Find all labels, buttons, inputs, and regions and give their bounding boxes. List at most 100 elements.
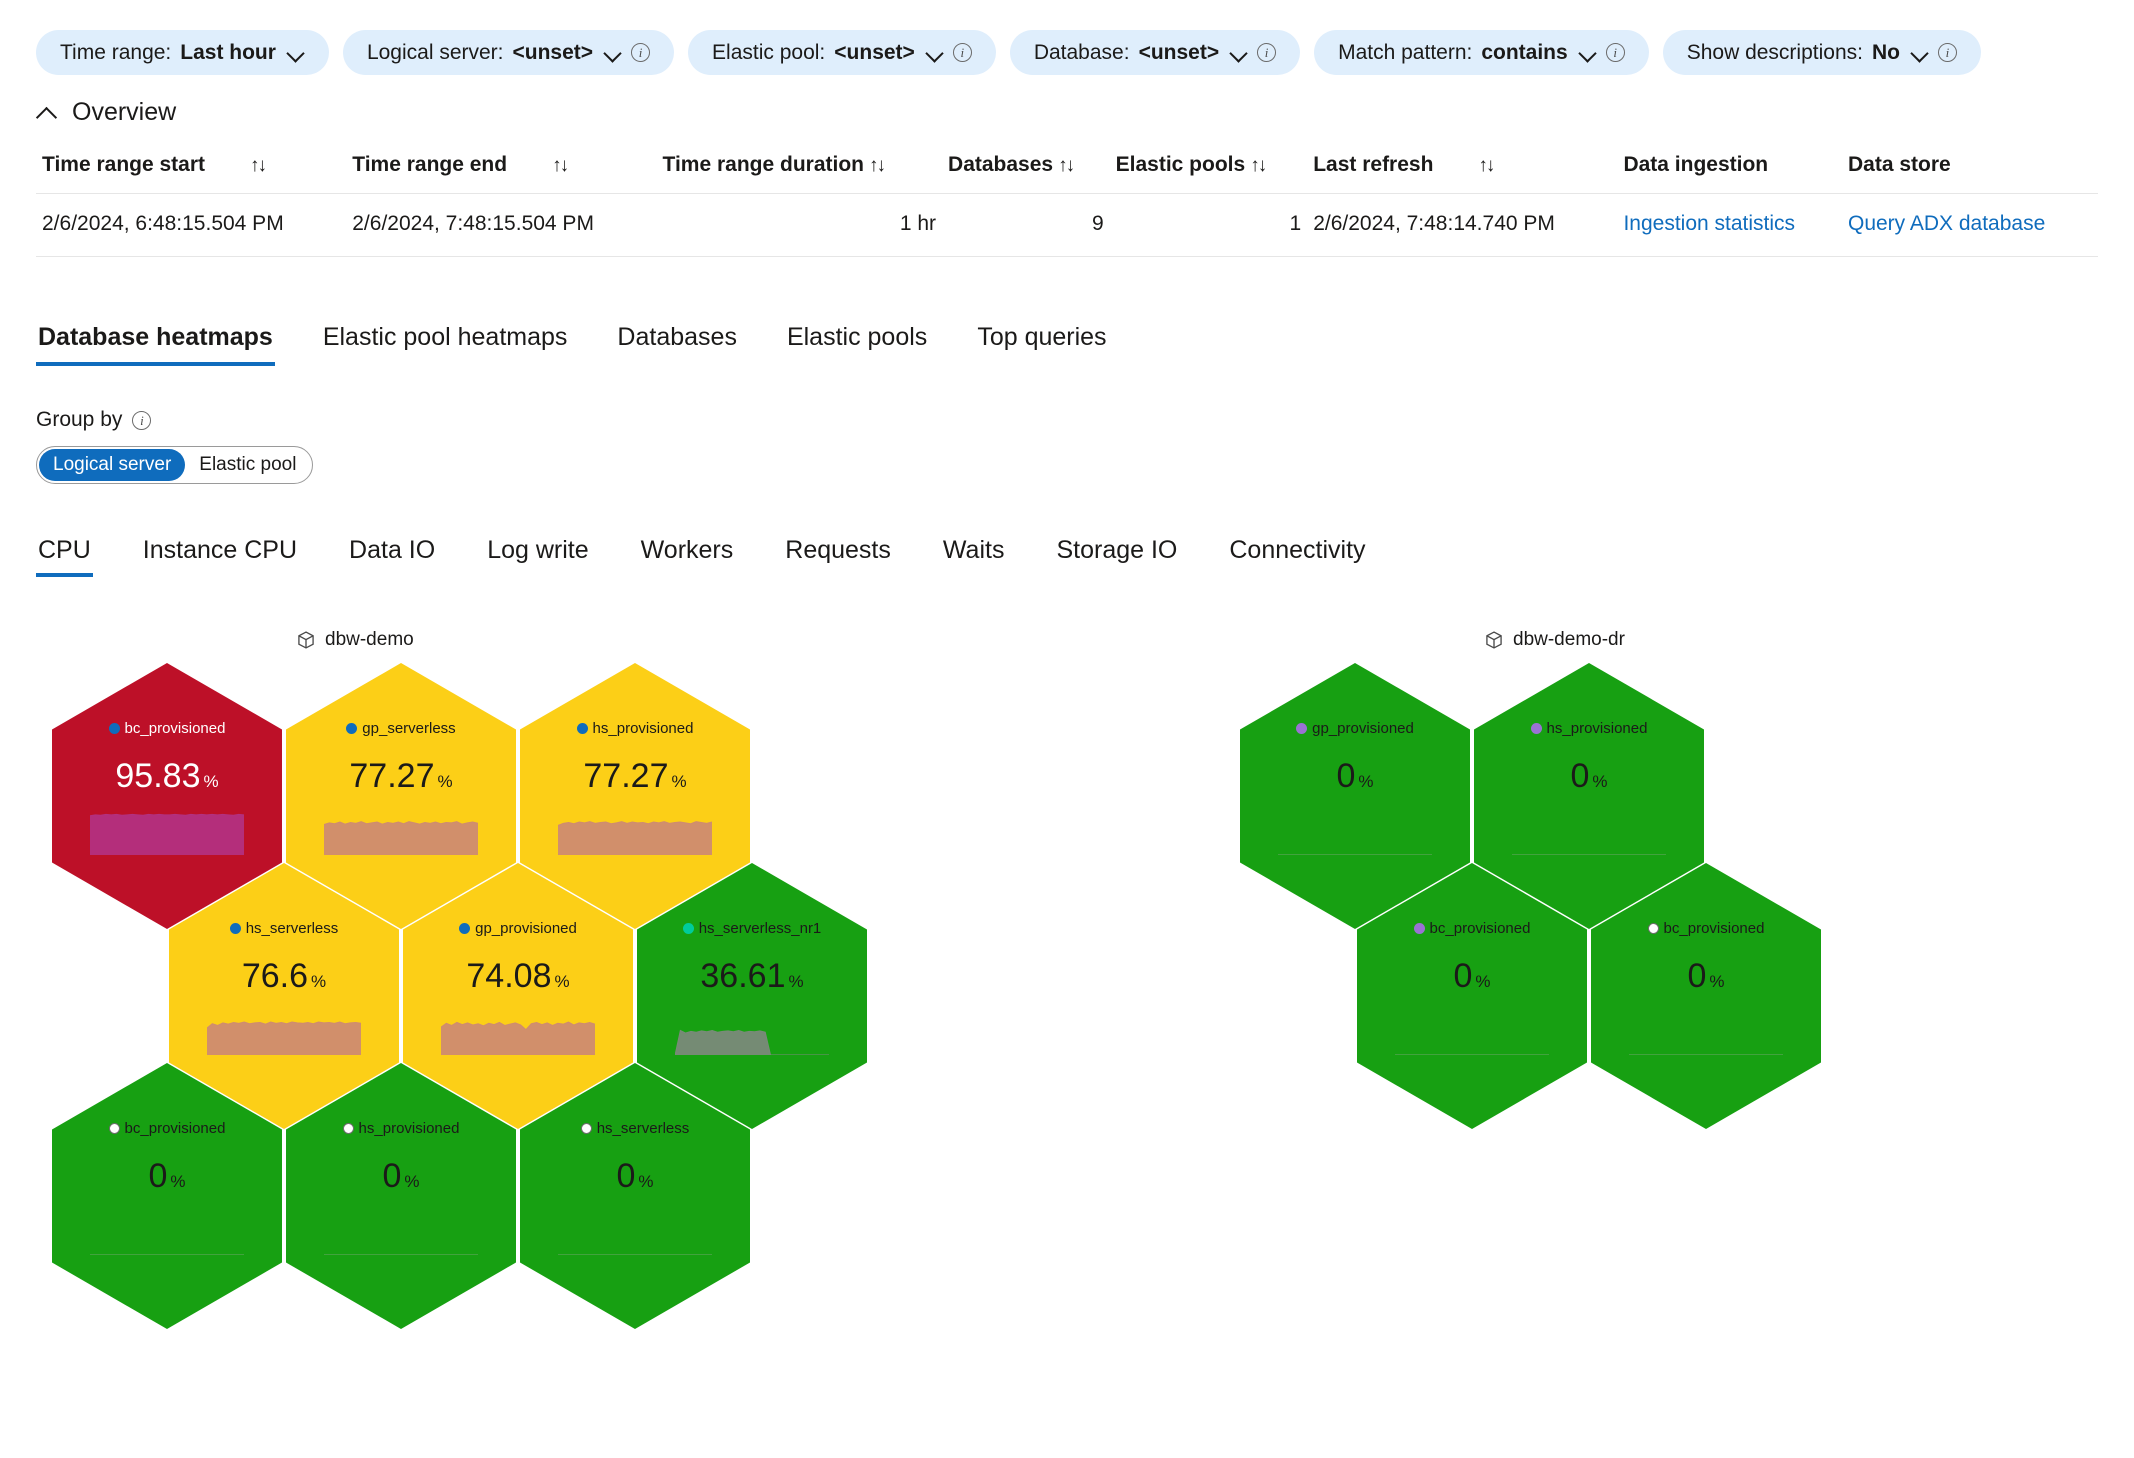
metric-tab-instance-cpu[interactable]: Instance CPU: [141, 532, 299, 577]
chevron-down-icon[interactable]: [1911, 47, 1929, 57]
heatmap-cell-value: 0: [1570, 757, 1590, 795]
chevron-up-icon: [36, 106, 58, 120]
filter-label: Show descriptions:: [1686, 40, 1863, 64]
filter-label: Logical server:: [366, 40, 504, 64]
tab-top-queries[interactable]: Top queries: [975, 317, 1108, 366]
column-header-label: Data store: [1847, 153, 1951, 176]
sparkline: [324, 1209, 478, 1255]
heatmap-cell-label: gp_serverless: [362, 720, 456, 737]
heatmap-cell-value: 0: [1336, 757, 1356, 795]
filter-label: Time range:: [60, 40, 172, 64]
column-header-elastic-pools[interactable]: Elastic pools ↑↓: [1110, 149, 1308, 194]
sparkline-svg: [1629, 1009, 1783, 1055]
sort-icon[interactable]: ↑↓: [1478, 155, 1495, 177]
filter-pill-4[interactable]: Match pattern: contains i: [1314, 29, 1649, 75]
heatmap-cell-value-row: 0%: [1357, 959, 1587, 993]
sparkline-svg: [90, 1209, 244, 1255]
heatmap-cell-label: hs_provisioned: [1546, 720, 1648, 737]
sort-icon[interactable]: ↑↓: [250, 155, 267, 177]
cell-time-range-duration: 1 hr: [656, 193, 943, 257]
status-dot-icon: [576, 723, 588, 734]
metric-tab-data-io[interactable]: Data IO: [347, 532, 437, 577]
metric-tab-workers[interactable]: Workers: [639, 532, 736, 577]
sort-icon[interactable]: ↑↓: [552, 155, 569, 177]
chevron-down-icon[interactable]: [1230, 47, 1248, 57]
tab-elastic-pool-heatmaps[interactable]: Elastic pool heatmaps: [321, 317, 570, 366]
tab-database-heatmaps[interactable]: Database heatmaps: [36, 317, 275, 366]
ingestion-statistics-link[interactable]: Ingestion statistics: [1623, 212, 1795, 235]
heatmap-group-name: dbw-demo-dr: [1513, 629, 1625, 650]
sparkline: [558, 1209, 712, 1255]
heatmap-cell-label: bc_provisioned: [124, 1120, 226, 1137]
metric-tab-waits[interactable]: Waits: [941, 532, 1007, 577]
info-icon[interactable]: i: [132, 410, 152, 430]
sparkline-svg: [441, 1009, 595, 1055]
heatmap-cell-unit: %: [1709, 972, 1725, 991]
filter-pill-0[interactable]: Time range: Last hour: [36, 29, 329, 75]
heatmap-cell-label: bc_provisioned: [1429, 920, 1531, 937]
heatmap-cell-unit: %: [638, 1172, 654, 1191]
heatmap-cell-unit: %: [788, 972, 804, 991]
info-icon[interactable]: i: [1257, 42, 1277, 62]
metric-tab-requests[interactable]: Requests: [783, 532, 893, 577]
sparkline: [1512, 809, 1666, 855]
heatmap-cell-label-row: bc_provisioned: [1357, 921, 1587, 936]
group-by-option-logical-server[interactable]: Logical server: [39, 449, 186, 481]
status-dot-icon: [346, 723, 358, 734]
primary-tabs: Database heatmaps Elastic pool heatmaps Da…: [0, 317, 2134, 366]
info-icon[interactable]: i: [952, 42, 972, 62]
heatmap-cell-label: gp_provisioned: [475, 920, 577, 937]
filter-pill-2[interactable]: Elastic pool: <unset> i: [688, 29, 996, 75]
heatmap-group-title: dbw-demo: [296, 629, 414, 651]
metric-tab-connectivity[interactable]: Connectivity: [1227, 532, 1367, 577]
sort-icon[interactable]: ↑↓: [1058, 155, 1075, 177]
column-header-time-range-start[interactable]: Time range start ↑↓: [36, 149, 346, 194]
heatmap-cell-label: bc_provisioned: [1663, 920, 1765, 937]
filter-pill-1[interactable]: Logical server: <unset> i: [342, 29, 675, 75]
filter-pill-3[interactable]: Database: <unset> i: [1009, 29, 1301, 75]
heatmap-cell-label-row: gp_serverless: [286, 721, 516, 736]
column-header-last-refresh[interactable]: Last refresh ↑↓: [1307, 149, 1617, 194]
heatmap-cell-label-row: gp_provisioned: [403, 921, 633, 936]
column-header-label: Data ingestion: [1623, 153, 1769, 176]
query-adx-database-link[interactable]: Query ADX database: [1848, 212, 2045, 235]
sparkline-svg: [90, 809, 244, 855]
heatmap-cell-label-row: hs_serverless: [169, 921, 399, 936]
tab-databases[interactable]: Databases: [615, 317, 739, 366]
heatmap-cell-label: hs_serverless: [245, 920, 339, 937]
group-by-option-elastic-pool[interactable]: Elastic pool: [185, 449, 310, 481]
sparkline: [324, 809, 478, 855]
sort-icon[interactable]: ↑↓: [1250, 155, 1267, 177]
info-icon[interactable]: i: [631, 42, 651, 62]
info-icon[interactable]: i: [1605, 42, 1625, 62]
metric-tab-storage-io[interactable]: Storage IO: [1054, 532, 1179, 577]
column-header-databases[interactable]: Databases ↑↓: [942, 149, 1110, 194]
info-icon[interactable]: i: [1937, 42, 1957, 62]
cell-time-range-start: 2/6/2024, 6:48:15.504 PM: [36, 193, 347, 257]
heatmap-cell-label: hs_provisioned: [592, 720, 694, 737]
metric-tab-log-write[interactable]: Log write: [485, 532, 590, 577]
chevron-down-icon[interactable]: [1579, 47, 1597, 57]
chevron-down-icon[interactable]: [287, 47, 305, 57]
heatmap-cell-value: 76.6: [241, 957, 309, 995]
heatmap-cell-value-row: 0%: [1474, 759, 1704, 793]
sparkline: [441, 1009, 595, 1055]
column-header-time-range-duration[interactable]: Time range duration ↑↓: [657, 149, 943, 194]
heatmap-cell-unit: %: [203, 772, 219, 791]
filter-value: contains: [1481, 40, 1568, 64]
overview-table-header-row: Time range start ↑↓ Time range end ↑↓ Time r…: [36, 149, 2098, 194]
filter-pill-5[interactable]: Show descriptions: No i: [1662, 29, 1981, 75]
cell-data-ingestion: Ingestion statistics: [1617, 193, 1842, 257]
column-header-label: Elastic pools: [1115, 153, 1246, 176]
overview-collapse-toggle[interactable]: Overview: [36, 98, 2098, 127]
heatmap-cell-label: hs_serverless_nr1: [698, 920, 822, 937]
tab-elastic-pools[interactable]: Elastic pools: [785, 317, 929, 366]
sort-icon[interactable]: ↑↓: [869, 155, 886, 177]
heatmap-cell-label-row: hs_serverless: [520, 1121, 750, 1136]
chevron-down-icon[interactable]: [604, 47, 622, 57]
metric-tab-cpu[interactable]: CPU: [36, 532, 93, 577]
column-header-time-range-end[interactable]: Time range end ↑↓: [346, 149, 656, 194]
column-header-label: Time range end: [352, 153, 508, 176]
chevron-down-icon[interactable]: [926, 47, 944, 57]
heatmap-cell-value-row: 95.83%: [52, 759, 282, 793]
